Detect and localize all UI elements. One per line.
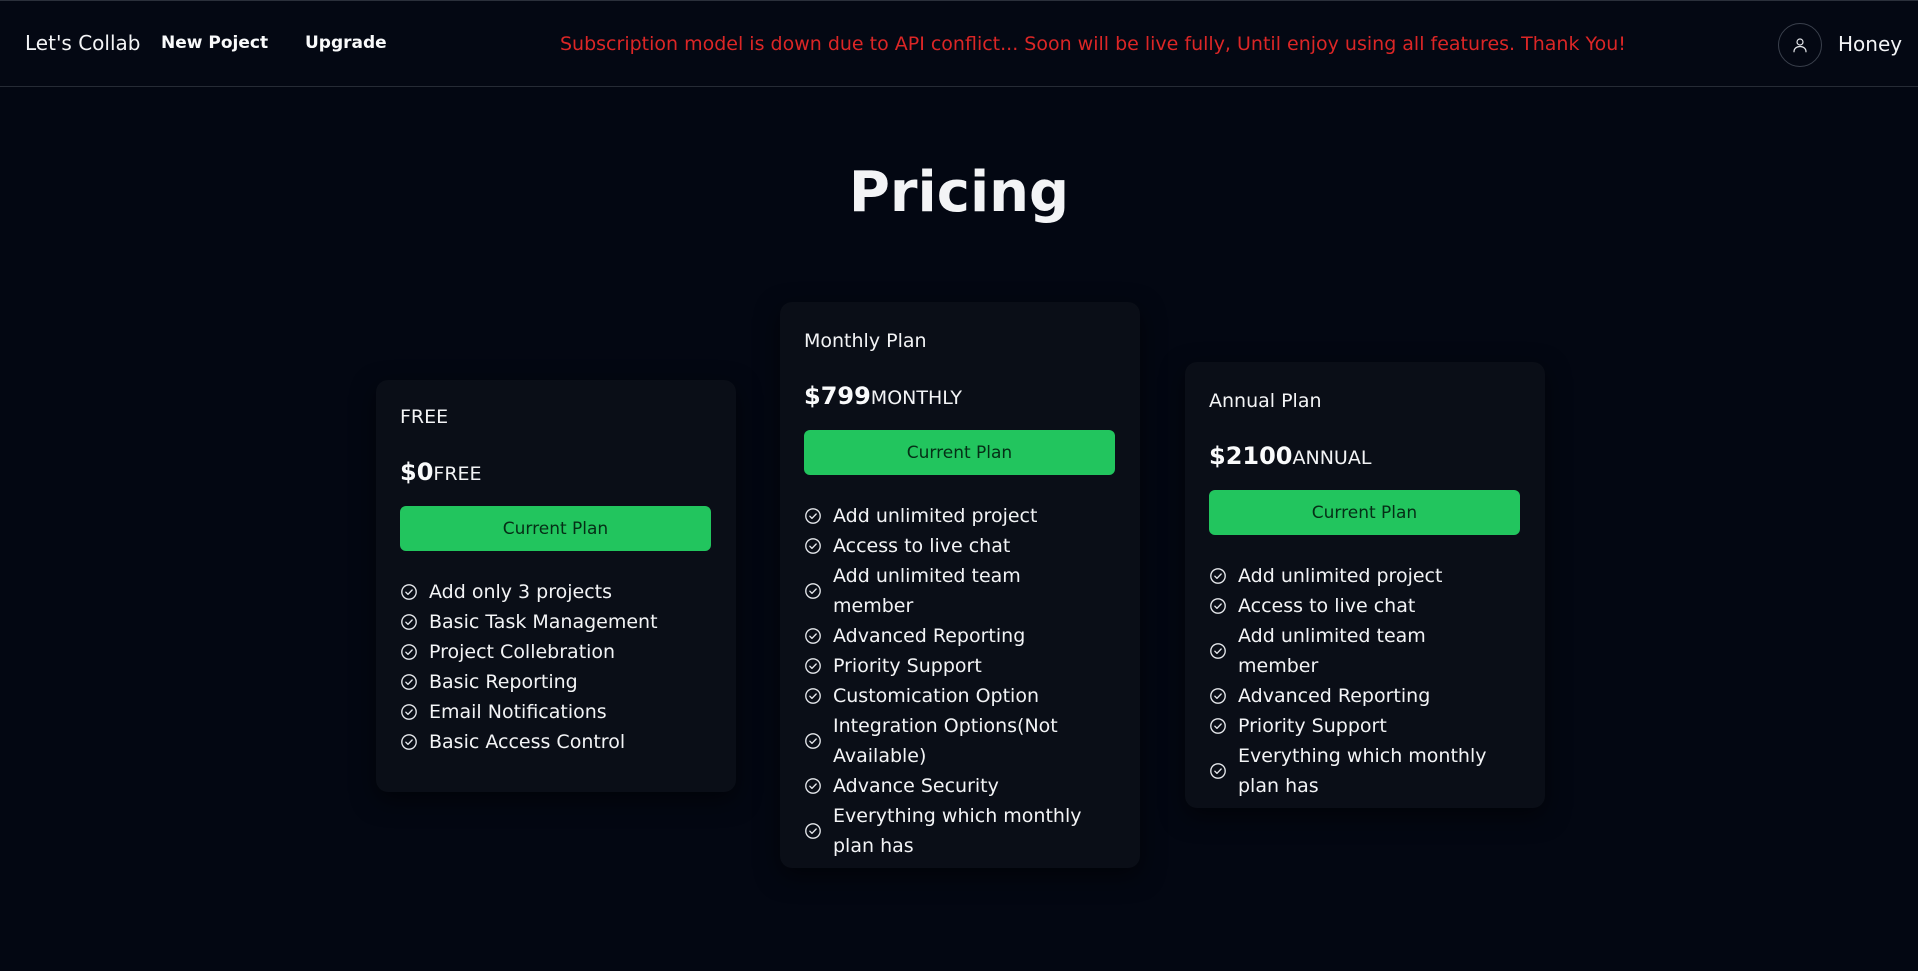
feature-text: Advanced Reporting [833,625,1026,647]
plan-price: $0FREE [400,458,712,486]
check-circle-icon [804,627,822,645]
price-amount: $0 [400,458,434,486]
feature-text: Basic Task Management [429,611,658,633]
check-circle-icon [804,537,822,555]
feature-item: Advanced Reporting [804,621,1116,651]
upgrade-link[interactable]: Upgrade [305,33,387,53]
feature-item: Basic Access Control [400,727,712,757]
current-plan-button-free[interactable]: Current Plan [400,506,711,551]
subscription-warning-banner: Subscription model is down due to API co… [560,33,1626,55]
check-circle-icon [400,643,418,661]
feature-item: Integration Options(Not Available) [804,711,1116,771]
check-circle-icon [400,583,418,601]
feature-text: Add unlimited team member [833,565,1021,617]
feature-item: Add only 3 projects [400,577,712,607]
plan-card-monthly: Monthly Plan $799MONTHLY Current Plan Ad… [780,302,1140,868]
check-circle-icon [804,657,822,675]
check-circle-icon [804,777,822,795]
plan-name: FREE [400,406,449,428]
feature-item: Priority Support [1209,711,1521,741]
feature-text: Priority Support [833,655,982,677]
feature-item: Access to live chat [804,531,1116,561]
price-period: MONTHLY [870,387,962,409]
feature-item: Basic Task Management [400,607,712,637]
check-circle-icon [804,687,822,705]
feature-text: Project Collebration [429,641,616,663]
user-avatar-button[interactable] [1778,23,1822,67]
check-circle-icon [1209,717,1227,735]
user-icon [1791,36,1809,54]
check-circle-icon [1209,642,1227,660]
feature-item: Access to live chat [1209,591,1521,621]
feature-text: Add only 3 projects [429,581,613,603]
check-circle-icon [400,733,418,751]
check-circle-icon [1209,597,1227,615]
check-circle-icon [804,822,822,840]
feature-item: Add unlimited team member [804,561,1116,621]
check-circle-icon [1209,762,1227,780]
feature-text: Add unlimited team member [1238,625,1426,677]
plan-card-free: FREE $0FREE Current Plan Add only 3 proj… [376,380,736,792]
feature-text: Customication Option [833,685,1040,707]
check-circle-icon [804,507,822,525]
feature-item: Email Notifications [400,697,712,727]
feature-item: Basic Reporting [400,667,712,697]
brand-logo[interactable]: Let's Collab [25,31,140,55]
check-circle-icon [1209,687,1227,705]
feature-text: Basic Reporting [429,671,578,693]
feature-text: Integration Options(Not Available) [833,715,1058,767]
feature-text: Access to live chat [833,535,1011,557]
feature-text: Priority Support [1238,715,1387,737]
feature-text: Advance Security [833,775,999,797]
plan-price: $799MONTHLY [804,382,1116,410]
price-period: FREE [433,463,482,485]
top-navbar: Let's Collab New Poject Upgrade Subscrip… [0,0,1918,87]
feature-item: Advanced Reporting [1209,681,1521,711]
feature-text: Add unlimited project [833,505,1038,527]
check-circle-icon [804,582,822,600]
check-circle-icon [400,673,418,691]
feature-text: Advanced Reporting [1238,685,1431,707]
feature-list: Add only 3 projects Basic Task Managemen… [400,577,712,757]
check-circle-icon [400,703,418,721]
feature-item: Add unlimited project [804,501,1116,531]
price-amount: $2100 [1209,442,1293,470]
price-amount: $799 [804,382,871,410]
feature-item: Add unlimited team member [1209,621,1521,681]
current-plan-button-annual[interactable]: Current Plan [1209,490,1520,535]
check-circle-icon [1209,567,1227,585]
feature-item: Advance Security [804,771,1116,801]
check-circle-icon [400,613,418,631]
new-project-link[interactable]: New Poject [161,33,268,53]
feature-item: Customication Option [804,681,1116,711]
plan-name: Annual Plan [1209,390,1322,412]
feature-item: Priority Support [804,651,1116,681]
feature-item: Project Collebration [400,637,712,667]
feature-item: Everything which monthly plan has [804,801,1116,861]
feature-text: Add unlimited project [1238,565,1443,587]
feature-item: Everything which monthly plan has [1209,741,1521,801]
current-plan-button-monthly[interactable]: Current Plan [804,430,1115,475]
price-period: ANNUAL [1292,447,1372,469]
feature-text: Everything which monthly plan has [833,805,1082,857]
plan-card-annual: Annual Plan $2100ANNUAL Current Plan Add… [1185,362,1545,808]
check-circle-icon [804,732,822,750]
username-label[interactable]: Honey [1838,32,1902,56]
feature-item: Add unlimited project [1209,561,1521,591]
feature-text: Everything which monthly plan has [1238,745,1487,797]
plan-name: Monthly Plan [804,330,927,352]
feature-list: Add unlimited project Access to live cha… [804,501,1116,861]
page-title: Pricing [848,160,1070,225]
plan-price: $2100ANNUAL [1209,442,1521,470]
feature-list: Add unlimited project Access to live cha… [1209,561,1521,801]
feature-text: Basic Access Control [429,731,626,753]
feature-text: Email Notifications [429,701,607,723]
feature-text: Access to live chat [1238,595,1416,617]
